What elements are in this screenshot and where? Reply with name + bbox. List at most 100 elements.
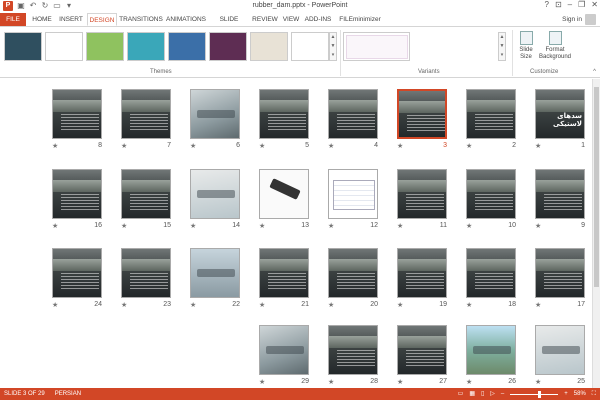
theme-thumbnail-6[interactable] (209, 32, 247, 61)
themes-more-icon[interactable]: ▲ ▼ ▾ (329, 32, 337, 61)
slide-thumbnail[interactable] (52, 248, 102, 298)
transition-star-icon[interactable]: ★ (328, 301, 334, 309)
tab-home[interactable]: HOME (30, 13, 54, 26)
close-icon[interactable]: ✕ (591, 0, 598, 9)
restore-icon[interactable]: ❐ (578, 0, 585, 9)
slide-sorter-view-icon[interactable]: ▦ (469, 388, 475, 400)
transition-star-icon[interactable]: ★ (397, 222, 403, 230)
format-background-button[interactable]: Format Background (538, 31, 572, 61)
transition-star-icon[interactable]: ★ (397, 301, 403, 309)
tab-transitions[interactable]: TRANSITIONS (119, 13, 163, 26)
slide-thumbnail[interactable]: سدهای لاستیکی (535, 89, 585, 139)
zoom-slider[interactable] (510, 390, 559, 398)
avatar[interactable] (585, 14, 596, 25)
transition-star-icon[interactable]: ★ (466, 378, 472, 386)
slide-thumbnail[interactable] (397, 169, 447, 219)
transition-star-icon[interactable]: ★ (259, 222, 265, 230)
transition-star-icon[interactable]: ★ (535, 301, 541, 309)
vertical-scrollbar[interactable] (592, 79, 600, 388)
reading-view-icon[interactable]: ▯ (481, 388, 484, 400)
slide-thumbnail[interactable] (466, 89, 516, 139)
collapse-ribbon-icon[interactable]: ^ (593, 69, 596, 75)
theme-thumbnail-7[interactable] (250, 32, 288, 61)
slide-thumbnail[interactable] (190, 169, 240, 219)
tab-add-ins[interactable]: ADD-INS (303, 13, 333, 26)
fit-to-window-icon[interactable]: ⛶ (592, 388, 596, 400)
transition-star-icon[interactable]: ★ (328, 142, 334, 150)
minimize-icon[interactable]: – (568, 0, 572, 9)
slide-thumbnail[interactable] (259, 325, 309, 375)
scrollbar-thumb[interactable] (594, 87, 599, 287)
slide-thumbnail[interactable] (52, 89, 102, 139)
variant-thumbnail-1[interactable] (343, 32, 410, 61)
transition-star-icon[interactable]: ★ (397, 378, 403, 386)
slide-thumbnail[interactable] (397, 248, 447, 298)
transition-star-icon[interactable]: ★ (259, 378, 265, 386)
transition-star-icon[interactable]: ★ (466, 142, 472, 150)
transition-star-icon[interactable]: ★ (535, 142, 541, 150)
tab-file[interactable]: FILE (0, 13, 26, 26)
transition-star-icon[interactable]: ★ (121, 142, 127, 150)
transition-star-icon[interactable]: ★ (190, 222, 196, 230)
slide-thumbnail[interactable] (466, 169, 516, 219)
slide-thumbnail[interactable] (121, 248, 171, 298)
zoom-level[interactable]: 58% (574, 388, 586, 400)
transition-star-icon[interactable]: ★ (52, 142, 58, 150)
slide-thumbnail[interactable] (121, 89, 171, 139)
transition-star-icon[interactable]: ★ (328, 378, 334, 386)
slide-thumbnail[interactable] (328, 248, 378, 298)
slide-thumbnail[interactable] (121, 169, 171, 219)
tab-insert[interactable]: INSERT (57, 13, 85, 26)
slide-thumbnail[interactable] (397, 89, 447, 139)
theme-thumbnail-8[interactable] (291, 32, 329, 61)
slide-thumbnail[interactable] (466, 248, 516, 298)
zoom-in-icon[interactable]: + (564, 388, 568, 400)
transition-star-icon[interactable]: ★ (121, 301, 127, 309)
sign-in-link[interactable]: Sign in (562, 16, 582, 23)
normal-view-icon[interactable]: ▭ (458, 388, 464, 400)
tab-design[interactable]: DESIGN (87, 13, 117, 26)
transition-star-icon[interactable]: ★ (121, 222, 127, 230)
transition-star-icon[interactable]: ★ (259, 142, 265, 150)
transition-star-icon[interactable]: ★ (190, 142, 196, 150)
slide-thumbnail[interactable] (397, 325, 447, 375)
theme-thumbnail-3[interactable] (86, 32, 124, 61)
transition-star-icon[interactable]: ★ (535, 378, 541, 386)
transition-star-icon[interactable]: ★ (52, 222, 58, 230)
slide-thumbnail[interactable] (328, 325, 378, 375)
slide-thumbnail[interactable] (190, 89, 240, 139)
transition-star-icon[interactable]: ★ (397, 142, 403, 150)
slide-thumbnail[interactable] (535, 248, 585, 298)
slide-thumbnail[interactable] (52, 169, 102, 219)
slide-size-button[interactable]: Slide Size (516, 31, 536, 61)
tab-animations[interactable]: ANIMATIONS (165, 13, 207, 26)
transition-star-icon[interactable]: ★ (259, 301, 265, 309)
slide-thumbnail[interactable] (466, 325, 516, 375)
slide-thumbnail[interactable] (328, 169, 378, 219)
slide-thumbnail[interactable] (259, 89, 309, 139)
tab-view[interactable]: VIEW (281, 13, 301, 26)
slide-thumbnail[interactable] (259, 169, 309, 219)
tab-review[interactable]: REVIEW (251, 13, 279, 26)
tab-fileminimizer[interactable]: FILEminimizer (336, 13, 384, 26)
transition-star-icon[interactable]: ★ (466, 301, 472, 309)
transition-star-icon[interactable]: ★ (466, 222, 472, 230)
variants-more-icon[interactable]: ▲ ▼ ▾ (498, 32, 506, 61)
transition-star-icon[interactable]: ★ (52, 301, 58, 309)
theme-thumbnail-5[interactable] (168, 32, 206, 61)
transition-star-icon[interactable]: ★ (328, 222, 334, 230)
ribbon-display-icon[interactable]: ⊡ (555, 0, 562, 9)
theme-thumbnail-1[interactable] (4, 32, 42, 61)
slide-thumbnail[interactable] (535, 325, 585, 375)
zoom-out-icon[interactable]: – (501, 388, 504, 400)
theme-thumbnail-4[interactable] (127, 32, 165, 61)
slide-show-view-icon[interactable]: ▷ (490, 388, 495, 400)
theme-thumbnail-2[interactable] (45, 32, 83, 61)
slide-thumbnail[interactable] (535, 169, 585, 219)
language-indicator[interactable]: PERSIAN (55, 388, 81, 400)
slide-thumbnail[interactable] (328, 89, 378, 139)
slide-thumbnail[interactable] (259, 248, 309, 298)
slide-thumbnail[interactable] (190, 248, 240, 298)
help-icon[interactable]: ? (545, 0, 549, 9)
transition-star-icon[interactable]: ★ (535, 222, 541, 230)
